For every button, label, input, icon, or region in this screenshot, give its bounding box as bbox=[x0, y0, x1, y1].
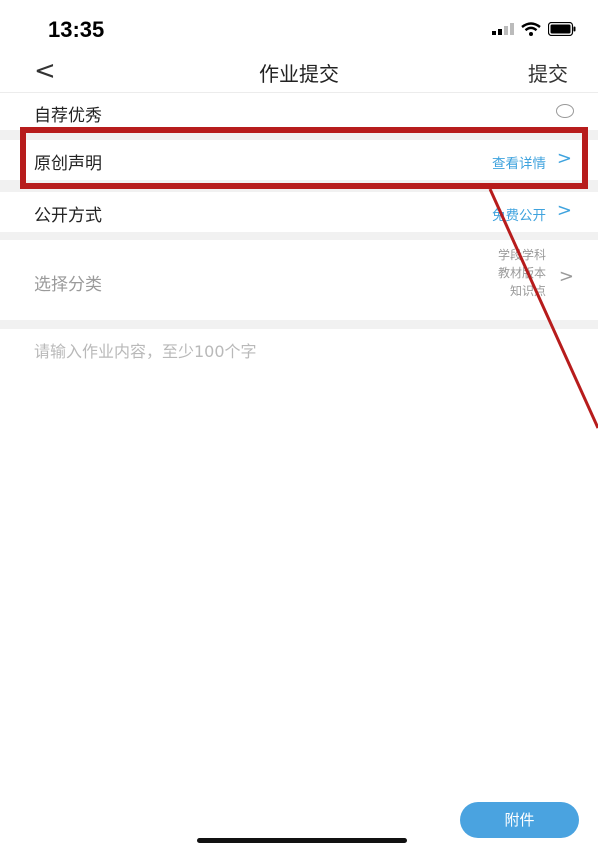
home-indicator bbox=[197, 838, 407, 843]
attachment-button[interactable]: 附件 bbox=[460, 802, 579, 838]
annotation-arrow-line bbox=[488, 188, 598, 429]
